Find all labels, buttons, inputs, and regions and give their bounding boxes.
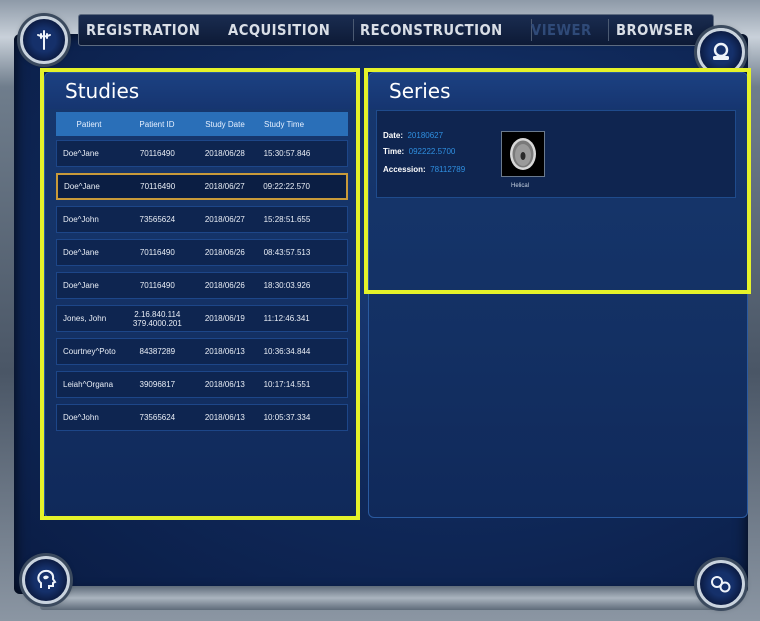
study-date-cell: 2018/06/28	[204, 149, 245, 158]
column-header-patient-id[interactable]: Patient ID	[122, 120, 192, 129]
patient-button[interactable]	[697, 28, 745, 76]
study-patient-id-cell: 73565624	[139, 413, 176, 422]
study-patient-cell: Doe^John	[63, 215, 99, 224]
series-date-value: 20180627	[407, 131, 444, 140]
column-header-study-date[interactable]: Study Date	[192, 120, 258, 129]
tab-viewer: VIEWER	[530, 21, 592, 39]
study-time-cell: 18:30:03.926	[263, 281, 311, 290]
study-row[interactable]: Doe^Jane 70116490 2018/06/26 18:30:03.926	[56, 272, 348, 299]
tab-registration[interactable]: REGISTRATION	[79, 15, 207, 45]
series-time-value: 092222.5700	[408, 147, 456, 156]
study-time-cell: 11:12:46.341	[263, 314, 310, 323]
study-time-cell: 10:36:34.844	[263, 347, 311, 356]
study-row[interactable]: Jones, John 2.16.840.114 379.4000.201 2018…	[56, 305, 348, 332]
study-row[interactable]: Doe^Jane 70116490 2018/06/27 09:22:22.570	[56, 173, 348, 200]
settings-icon	[711, 576, 731, 593]
study-row[interactable]: Courtney^Poto 84387289 2018/06/13 10:36:34.…	[56, 338, 348, 365]
study-date-cell: 2018/06/27	[204, 215, 245, 224]
series-thumbnail[interactable]	[501, 131, 545, 177]
series-time-label: Time:	[383, 147, 405, 156]
tool-icon	[37, 30, 51, 50]
study-date-cell: 2018/06/27	[204, 182, 245, 191]
study-date-cell: 2018/06/13	[204, 413, 245, 422]
study-date-cell: 2018/06/13	[204, 347, 245, 356]
brain-scan-image	[510, 138, 536, 170]
study-patient-id-cell: 2.16.840.114 379.4000.201	[132, 309, 182, 328]
patient-icon	[713, 42, 729, 60]
head-profile-button[interactable]	[22, 556, 70, 604]
study-row[interactable]: Doe^John 73565624 2018/06/13 10:05:37.334	[56, 404, 348, 431]
series-accession-value: 78112789	[430, 165, 466, 174]
tab-browser[interactable]: BROWSER	[609, 15, 701, 45]
study-time-cell: 10:17:14.551	[263, 380, 311, 389]
study-patient-cell: Doe^Jane	[63, 248, 99, 257]
studies-title: Studies	[65, 79, 140, 103]
study-date-cell: 2018/06/19	[204, 314, 245, 323]
study-time-cell: 15:30:57.846	[263, 149, 311, 158]
study-row[interactable]: Doe^Jane 70116490 2018/06/28 15:30:57.846	[56, 140, 348, 167]
head-profile-icon	[37, 569, 57, 589]
tab-bar: REGISTRATION ACQUISITION RECONSTRUCTION …	[78, 14, 714, 46]
study-patient-id-cell: 70116490	[140, 182, 176, 191]
study-row[interactable]: Doe^John 73565624 2018/06/27 15:28:51.655	[56, 206, 348, 233]
study-time-cell: 10:05:37.334	[263, 413, 311, 422]
study-patient-cell: Jones, John	[63, 314, 107, 323]
study-row[interactable]: Leiah^Organa 39096817 2018/06/13 10:17:14.5…	[56, 371, 348, 398]
study-patient-cell: Courtney^Poto	[63, 347, 116, 356]
study-patient-cell: Doe^Jane	[63, 149, 99, 158]
study-patient-cell: Leiah^Organa	[63, 380, 114, 389]
column-header-study-time[interactable]: Study Time	[258, 120, 348, 129]
study-time-cell: 08:43:57.513	[263, 248, 311, 257]
tool-button[interactable]	[20, 16, 68, 64]
series-date-label: Date:	[383, 131, 404, 140]
study-patient-id-cell: 70116490	[139, 281, 175, 290]
study-patient-id-cell: 70116490	[139, 149, 175, 158]
tab-reconstruction[interactable]: RECONSTRUCTION	[353, 15, 510, 45]
study-patient-cell: Doe^Jane	[63, 281, 99, 290]
study-patient-id-cell: 73565624	[139, 215, 176, 224]
tab-acquisition[interactable]: ACQUISITION	[221, 15, 337, 45]
series-thumbnail-caption: Helical	[510, 183, 529, 189]
study-patient-id-cell: 84387289	[139, 347, 176, 356]
study-date-cell: 2018/06/13	[204, 380, 245, 389]
study-date-cell: 2018/06/26	[204, 248, 245, 257]
column-header-patient[interactable]: Patient	[56, 120, 122, 129]
study-row[interactable]: Doe^Jane 70116490 2018/06/26 08:43:57.513	[56, 239, 348, 266]
study-patient-id-cell: 70116490	[139, 248, 175, 257]
study-patient-cell: Doe^John	[63, 413, 99, 422]
bottom-frame-bar	[40, 586, 720, 610]
study-patient-id-cell: 39096817	[139, 380, 176, 389]
studies-table-header: Patient Patient ID Study Date Study Time	[56, 112, 348, 136]
series-accession-label: Accession:	[383, 165, 426, 174]
study-patient-cell: Doe^Jane	[64, 182, 100, 191]
settings-button[interactable]	[697, 560, 745, 608]
study-date-cell: 2018/06/26	[204, 281, 245, 290]
series-item[interactable]: Date: 20180627 Time: 092222.5700 Accessi…	[376, 110, 736, 198]
study-time-cell: 09:22:22.570	[263, 182, 310, 191]
series-title: Series	[389, 79, 451, 103]
study-time-cell: 15:28:51.655	[263, 215, 311, 224]
